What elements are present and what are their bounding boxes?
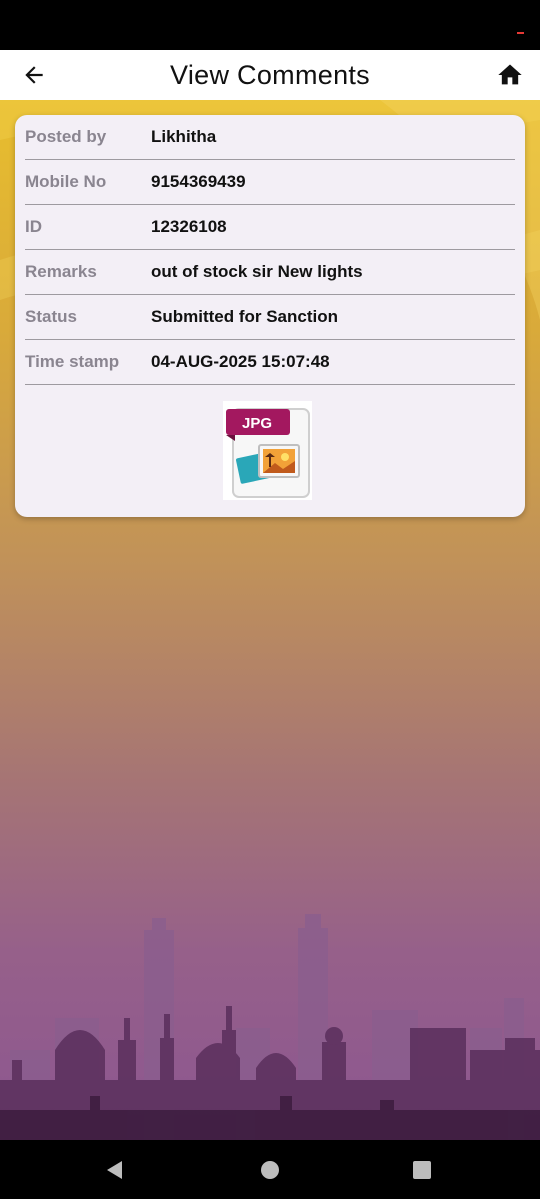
id-row: ID 12326108: [25, 205, 515, 250]
remarks-label: Remarks: [25, 262, 97, 281]
status-row: Status Submitted for Sanction: [25, 295, 515, 340]
status-label: Status: [25, 307, 77, 326]
arrow-back-icon: [25, 66, 43, 84]
city-skyline-illustration: [0, 914, 540, 1140]
id-value: 12326108: [151, 217, 227, 236]
posted-by-value: Likhitha: [151, 127, 217, 146]
nav-home-button[interactable]: [252, 1152, 288, 1188]
app-bar: View Comments: [0, 50, 540, 100]
nav-back-button[interactable]: [97, 1152, 133, 1188]
content-area: Posted by Likhitha Mobile No 9154369439 …: [0, 100, 540, 1140]
time-stamp-row: Time stamp 04-AUG-2025 15:07:48: [25, 340, 515, 385]
page-title: View Comments: [170, 60, 370, 90]
system-nav-bar: [0, 1140, 540, 1199]
status-bar: [0, 0, 540, 50]
mobile-no-value: 9154369439: [151, 172, 246, 191]
remarks-row: Remarks out of stock sir New lights: [25, 250, 515, 295]
status-value: Submitted for Sanction: [151, 307, 338, 326]
time-stamp-value: 04-AUG-2025 15:07:48: [151, 352, 330, 371]
nav-recents-button[interactable]: [404, 1152, 440, 1188]
mobile-no-row: Mobile No 9154369439: [25, 160, 515, 205]
posted-by-label: Posted by: [25, 127, 107, 146]
back-button[interactable]: [14, 55, 54, 95]
nav-back-icon: [107, 1161, 122, 1179]
jpg-file-icon: JPG: [226, 408, 310, 498]
home-icon: [498, 64, 522, 85]
comment-card: Posted by Likhitha Mobile No 9154369439 …: [15, 115, 525, 517]
nav-recents-icon: [413, 1161, 431, 1179]
screen: View Comments Posted by Likhitha Mobile …: [0, 0, 540, 1199]
remarks-value: out of stock sir New lights: [151, 262, 363, 281]
posted-by-row: Posted by Likhitha: [25, 115, 515, 160]
id-label: ID: [25, 217, 42, 236]
jpg-badge-text: JPG: [242, 415, 272, 432]
time-stamp-label: Time stamp: [25, 352, 120, 371]
home-button[interactable]: [490, 55, 530, 95]
battery-indicator: [517, 32, 524, 34]
mobile-no-label: Mobile No: [25, 172, 107, 191]
nav-home-icon: [261, 1161, 279, 1179]
jpg-attachment[interactable]: JPG: [223, 401, 312, 500]
